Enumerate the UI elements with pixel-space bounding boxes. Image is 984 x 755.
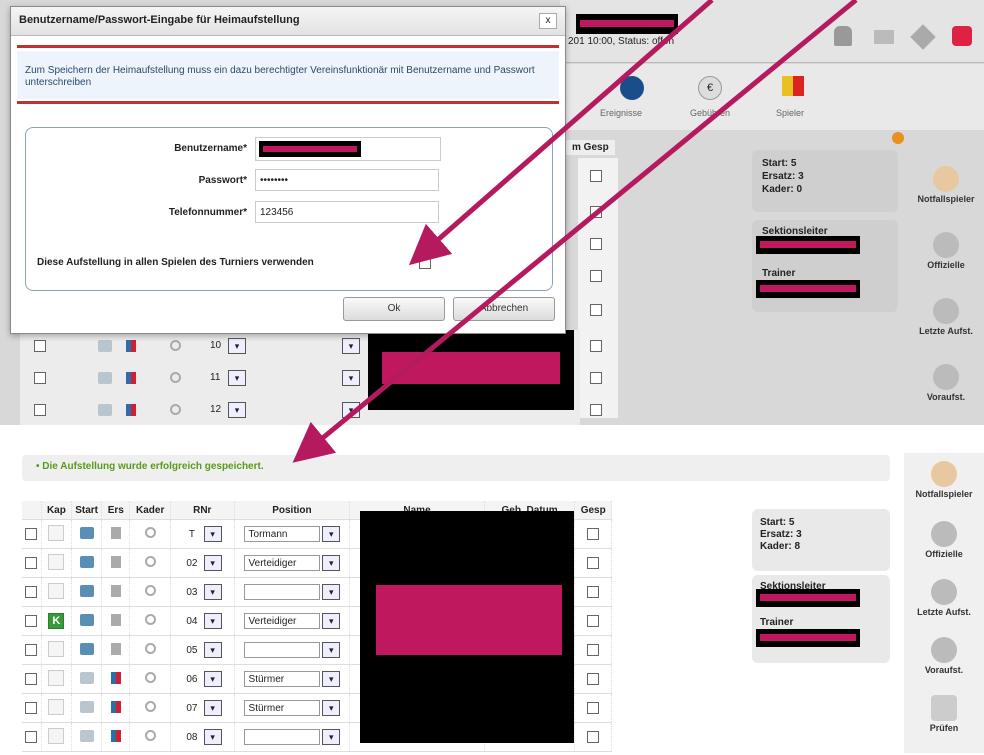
arrow-to-checkbox	[408, 0, 714, 266]
arrow-to-success	[292, 0, 858, 463]
annotation-arrows	[292, 0, 858, 463]
